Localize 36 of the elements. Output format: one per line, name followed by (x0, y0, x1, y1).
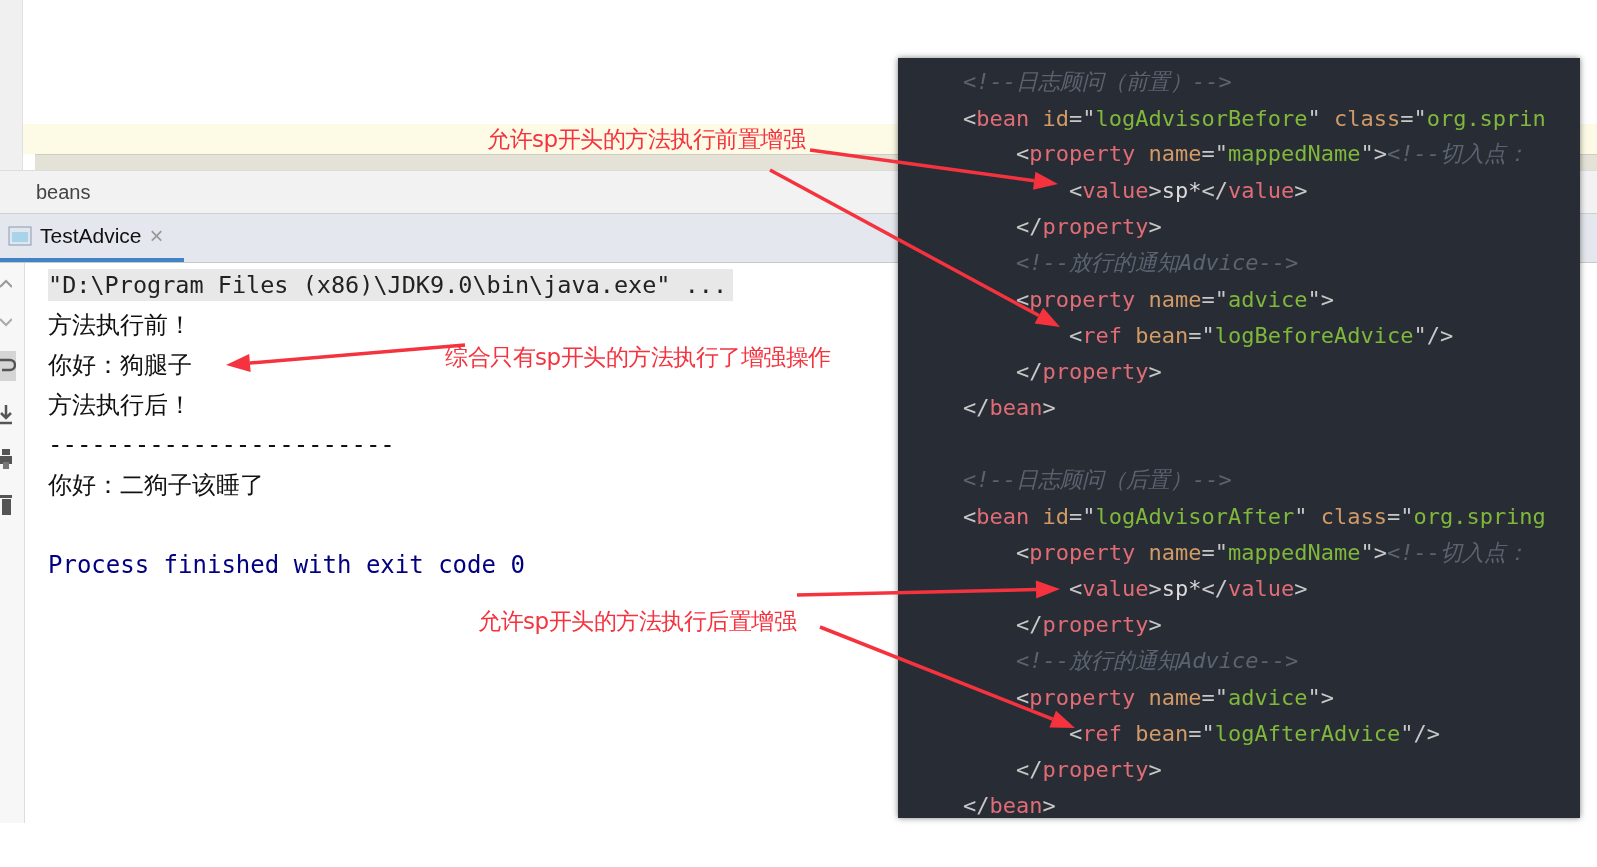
output-line: 方法执行前！ (48, 310, 192, 341)
output-line: 方法执行后！ (48, 390, 192, 421)
code-line: <property name="mappedName"><!--切入点： (1016, 140, 1528, 169)
code-line: </bean> (963, 395, 1056, 421)
annotation: 允许sp开头的方法执行后置增强 (478, 607, 797, 636)
trash-icon[interactable] (0, 493, 12, 515)
code-line: <bean id="logAdvisorBefore" class="org.sprin (963, 105, 1546, 131)
code-line: <ref bean="logAfterAdvice"/> (1069, 720, 1440, 746)
code-line: <!--日志顾问（前置）--> (963, 68, 1232, 97)
breadcrumb[interactable]: beans (36, 180, 91, 204)
print-icon[interactable] (0, 449, 12, 469)
code-line: <!--放行的通知Advice--> (1016, 647, 1299, 676)
code-line: </property> (1016, 757, 1162, 783)
code-line: <bean id="logAdvisorAfter" class="org.spring (963, 503, 1546, 529)
output-line: ------------------------ (48, 431, 395, 459)
code-line: </property> (1016, 359, 1162, 385)
code-line: <value>sp*</value> (1069, 178, 1308, 204)
code-line: <value>sp*</value> (1069, 576, 1308, 602)
output-line: 你好：狗腿子 (48, 350, 192, 381)
code-line: <!--日志顾问（后置）--> (963, 466, 1232, 495)
code-line: <property name="advice"> (1016, 286, 1334, 312)
annotation: 允许sp开头的方法执行前置增强 (487, 125, 806, 154)
code-line: <property name="mappedName"><!--切入点： (1016, 538, 1528, 567)
output-line: 你好：二狗子该睡了 (48, 470, 264, 501)
wrap-icon[interactable] (0, 351, 16, 381)
code-line: </bean> (963, 793, 1056, 818)
console-icon (8, 226, 32, 246)
code-line: <property name="advice"> (1016, 684, 1334, 710)
code-line: </property> (1016, 214, 1162, 240)
code-line: <ref bean="logBeforeAdvice"/> (1069, 322, 1454, 348)
code-line: </property> (1016, 612, 1162, 638)
download-icon[interactable] (0, 405, 12, 425)
run-tab[interactable]: TestAdvice × (0, 214, 184, 262)
annotation: 综合只有sp开头的方法执行了增强操作 (445, 343, 831, 372)
exit-message: Process finished with exit code 0 (48, 551, 525, 579)
code-line: <!--放行的通知Advice--> (1016, 249, 1299, 278)
